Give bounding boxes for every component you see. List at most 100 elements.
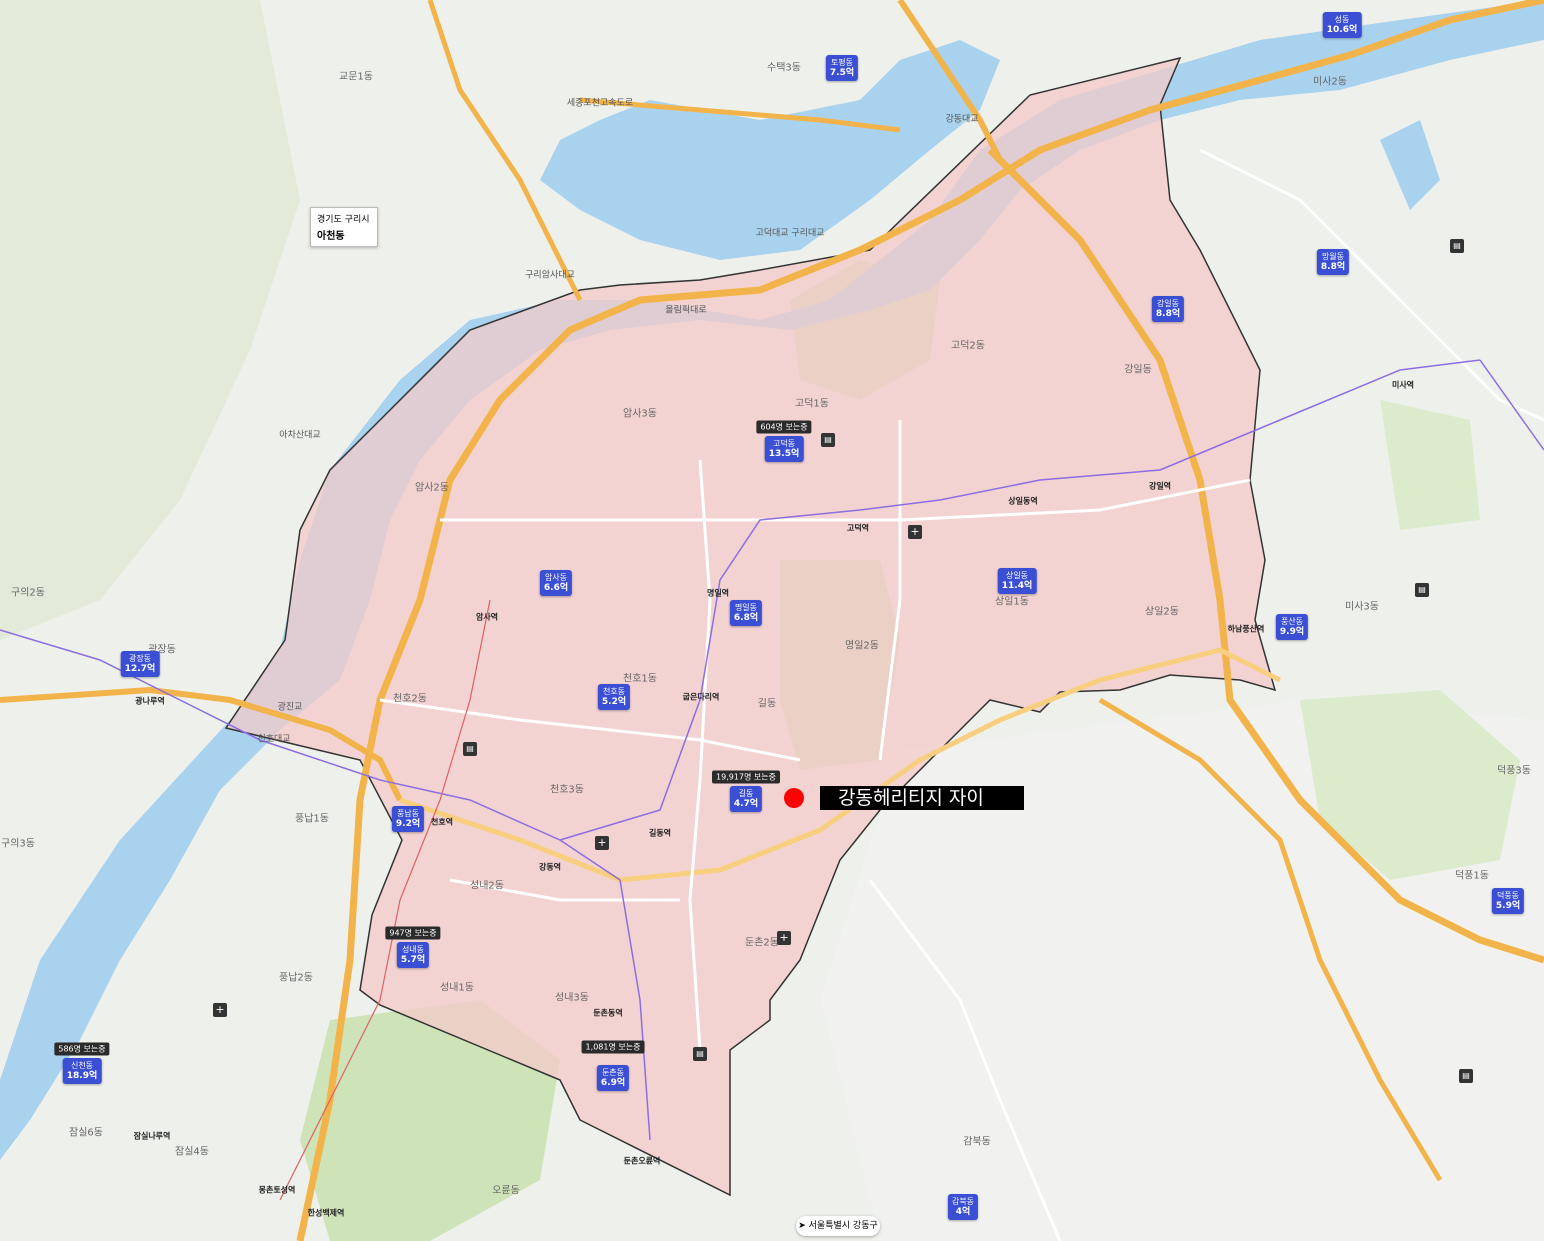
viewers-tag: 586명 보는중 — [54, 1042, 110, 1056]
navigation-arrow-icon: ➤ — [798, 1221, 806, 1231]
price-badge-dong: 망월동 — [1321, 252, 1345, 261]
area-label: 미사2동 — [1313, 76, 1347, 88]
current-region-chip[interactable]: ➤ 서울특별시 강동구 — [796, 1216, 880, 1236]
apartment-marker-icon[interactable]: ▤ — [463, 742, 477, 756]
price-badge[interactable]: 암사동 6.6억 — [539, 570, 573, 596]
station-label[interactable]: 명일역 — [707, 588, 729, 599]
price-badge-value: 8.8억 — [1155, 309, 1181, 319]
price-badge-dong: 토평동 — [830, 58, 854, 67]
price-badge[interactable]: 토평동 7.5억 — [825, 55, 859, 81]
area-label: 오륜동 — [492, 1185, 520, 1197]
station-label[interactable]: 둔촌동역 — [593, 1008, 622, 1019]
price-badge-dong: 신천동 — [70, 1061, 94, 1070]
map-canvas[interactable]: 암사3동 암사2동 고덕1동 고덕2동 상일1동 명일2동 천호1동 천호2동 … — [0, 0, 1544, 1241]
area-label: 길동 — [757, 698, 777, 710]
area-label: 둔촌2동 — [745, 937, 779, 949]
road-label: 구리암사대교 — [525, 270, 575, 281]
viewers-tag: 604명 보는중 — [756, 420, 812, 434]
area-label: 명일2동 — [845, 640, 879, 652]
price-badge-dong: 성내동 — [401, 945, 425, 954]
price-badge[interactable]: 성내동 5.7억 — [396, 942, 430, 968]
price-badge-value: 9.2억 — [395, 819, 421, 829]
price-badge[interactable]: 풍산동 9.9억 — [1275, 614, 1309, 640]
price-badge[interactable]: 길동 4.7억 — [729, 786, 763, 812]
price-badge-dong: 길동 — [738, 789, 754, 798]
road-label: 광진교 — [277, 702, 303, 713]
station-label[interactable]: 강일역 — [1149, 481, 1171, 492]
area-label: 상일1동 — [995, 596, 1029, 608]
station-label[interactable]: 굽은다리역 — [683, 692, 720, 703]
price-badge-value: 5.2억 — [601, 697, 627, 707]
apartment-marker-icon[interactable]: ▤ — [1415, 583, 1429, 597]
station-label[interactable]: 몽촌토성역 — [259, 1185, 296, 1196]
station-label[interactable]: 잠실나루역 — [134, 1131, 171, 1142]
price-badge-dong: 덕풍동 — [1496, 891, 1520, 900]
price-badge[interactable]: 신천동 18.9억 — [62, 1058, 102, 1084]
price-badge-value: 9.9억 — [1279, 627, 1305, 637]
price-badge-value: 11.4억 — [1001, 581, 1033, 591]
price-badge[interactable]: 풍납동 9.2억 — [391, 806, 425, 832]
price-badge[interactable]: 천호동 5.2억 — [597, 684, 631, 710]
area-label: 천호1동 — [623, 673, 657, 685]
price-badge-dong: 성동 — [1334, 15, 1350, 24]
price-badge[interactable]: 망월동 8.8억 — [1316, 249, 1350, 275]
area-label: 천호2동 — [393, 693, 427, 705]
info-card-dong: 아천동 — [317, 231, 345, 242]
price-badge-value: 8.8억 — [1320, 262, 1346, 272]
station-label[interactable]: 고덕역 — [847, 523, 869, 534]
price-badge[interactable]: 강일동 8.8억 — [1151, 296, 1185, 322]
hospital-icon[interactable]: + — [908, 525, 922, 539]
area-label: 덕풍3동 — [1497, 765, 1531, 777]
hospital-icon[interactable]: + — [777, 931, 791, 945]
area-label: 풍납2동 — [279, 972, 313, 984]
station-label[interactable]: 둔촌오륜역 — [624, 1156, 661, 1167]
price-badge[interactable]: 상일동 11.4억 — [997, 568, 1037, 594]
price-badge-dong: 풍납동 — [396, 809, 420, 818]
road-label: 천호대교 — [257, 734, 291, 745]
price-badge-value: 10.6억 — [1326, 25, 1358, 35]
area-label: 암사3동 — [623, 408, 657, 420]
station-label[interactable]: 한성백제역 — [308, 1208, 345, 1219]
apartment-marker-icon[interactable]: ▤ — [1450, 239, 1464, 253]
target-location-marker[interactable] — [784, 788, 804, 808]
price-badge-dong: 광장동 — [128, 654, 152, 663]
price-badge-dong: 강일동 — [1156, 299, 1180, 308]
apartment-marker-icon[interactable]: ▤ — [1459, 1069, 1473, 1083]
location-info-card[interactable]: 경기도 구리시 아천동 — [310, 207, 378, 247]
area-label: 잠실4동 — [175, 1146, 209, 1158]
price-badge[interactable]: 덕풍동 5.9억 — [1491, 888, 1525, 914]
price-badge[interactable]: 광장동 12.7억 — [120, 651, 160, 677]
road-label: 아차산대교 — [279, 430, 321, 441]
area-label: 미사3동 — [1345, 601, 1379, 613]
area-label: 고덕1동 — [795, 398, 829, 410]
station-label[interactable]: 미사역 — [1392, 380, 1414, 391]
area-label: 잠실6동 — [69, 1127, 103, 1139]
price-badge-value: 13.5억 — [768, 449, 800, 459]
area-label: 천호3동 — [550, 784, 584, 796]
price-badge-dong: 상일동 — [1005, 571, 1029, 580]
hospital-icon[interactable]: + — [595, 836, 609, 850]
price-badge[interactable]: 명일동 6.8억 — [729, 600, 763, 626]
apartment-marker-icon[interactable]: ▤ — [693, 1047, 707, 1061]
price-badge[interactable]: 감북동 4억 — [947, 1194, 979, 1220]
area-label: 감북동 — [963, 1136, 991, 1148]
area-label: 성내1동 — [440, 982, 474, 994]
station-label[interactable]: 암사역 — [476, 612, 498, 623]
station-label[interactable]: 하남풍산역 — [1228, 624, 1265, 635]
price-badge[interactable]: 성동 10.6억 — [1322, 12, 1362, 38]
station-label[interactable]: 길동역 — [649, 828, 671, 839]
station-label[interactable]: 강동역 — [539, 862, 561, 873]
hospital-icon[interactable]: + — [213, 1003, 227, 1017]
station-label[interactable]: 광나루역 — [135, 696, 164, 707]
price-badge[interactable]: 둔촌동 6.9억 — [596, 1065, 630, 1091]
station-label[interactable]: 천호역 — [431, 817, 453, 828]
price-badge-dong: 명일동 — [734, 603, 758, 612]
price-badge[interactable]: 고덕동 13.5억 — [764, 436, 804, 462]
price-badge-value: 6.8억 — [733, 613, 759, 623]
price-badge-dong: 풍산동 — [1280, 617, 1304, 626]
price-badge-dong: 암사동 — [544, 573, 568, 582]
station-label[interactable]: 상일동역 — [1008, 496, 1037, 507]
road-label: 올림픽대로 — [665, 305, 707, 316]
area-label: 고덕2동 — [951, 340, 985, 352]
apartment-marker-icon[interactable]: ▤ — [821, 433, 835, 447]
